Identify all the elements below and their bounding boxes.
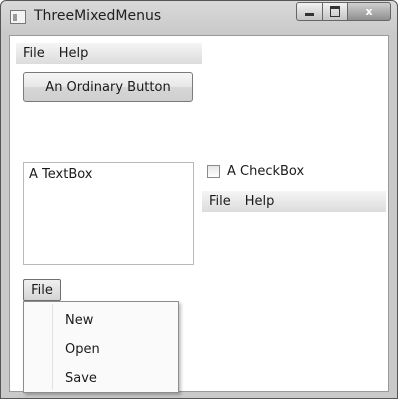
close-button[interactable]: x [347,2,391,21]
popup-icon-gutter [52,304,53,390]
maximize-button[interactable] [322,2,348,21]
text-box-value: A TextBox [29,167,93,182]
window-app-icon[interactable] [10,10,26,24]
checkbox-box[interactable] [207,165,220,178]
text-box[interactable]: A TextBox [23,162,194,265]
popup-item-open[interactable]: Open [65,342,100,357]
close-icon: x [365,5,373,18]
ordinary-button[interactable]: An Ordinary Button [23,72,193,102]
side-menu-file[interactable]: File [202,191,238,212]
minimize-icon [305,13,314,16]
popup-item-save[interactable]: Save [65,371,97,386]
file-menu-button[interactable]: File [23,279,61,301]
ordinary-button-label: An Ordinary Button [45,79,171,95]
minimize-button[interactable] [296,2,323,21]
file-menu-button-label: File [31,282,53,298]
popup-item-new[interactable]: New [65,313,93,328]
file-popup-menu: New Open Save [23,301,179,393]
window-title: ThreeMixedMenus [34,8,162,24]
side-menu-help[interactable]: Help [238,191,282,212]
maximize-icon [330,6,340,17]
app-window: ThreeMixedMenus x File Help An Ordinary … [0,0,398,399]
title-bar[interactable]: ThreeMixedMenus x [1,1,397,35]
caption-buttons: x [296,2,391,21]
checkbox-control[interactable]: A CheckBox [207,164,304,179]
client-area: File Help An Ordinary Button A TextBox A… [9,35,389,393]
top-menu-bar: File Help [16,43,202,64]
top-menu-help[interactable]: Help [52,43,96,64]
checkbox-label[interactable]: A CheckBox [227,164,304,179]
top-menu-file[interactable]: File [16,43,52,64]
side-menu-bar: File Help [202,191,386,212]
